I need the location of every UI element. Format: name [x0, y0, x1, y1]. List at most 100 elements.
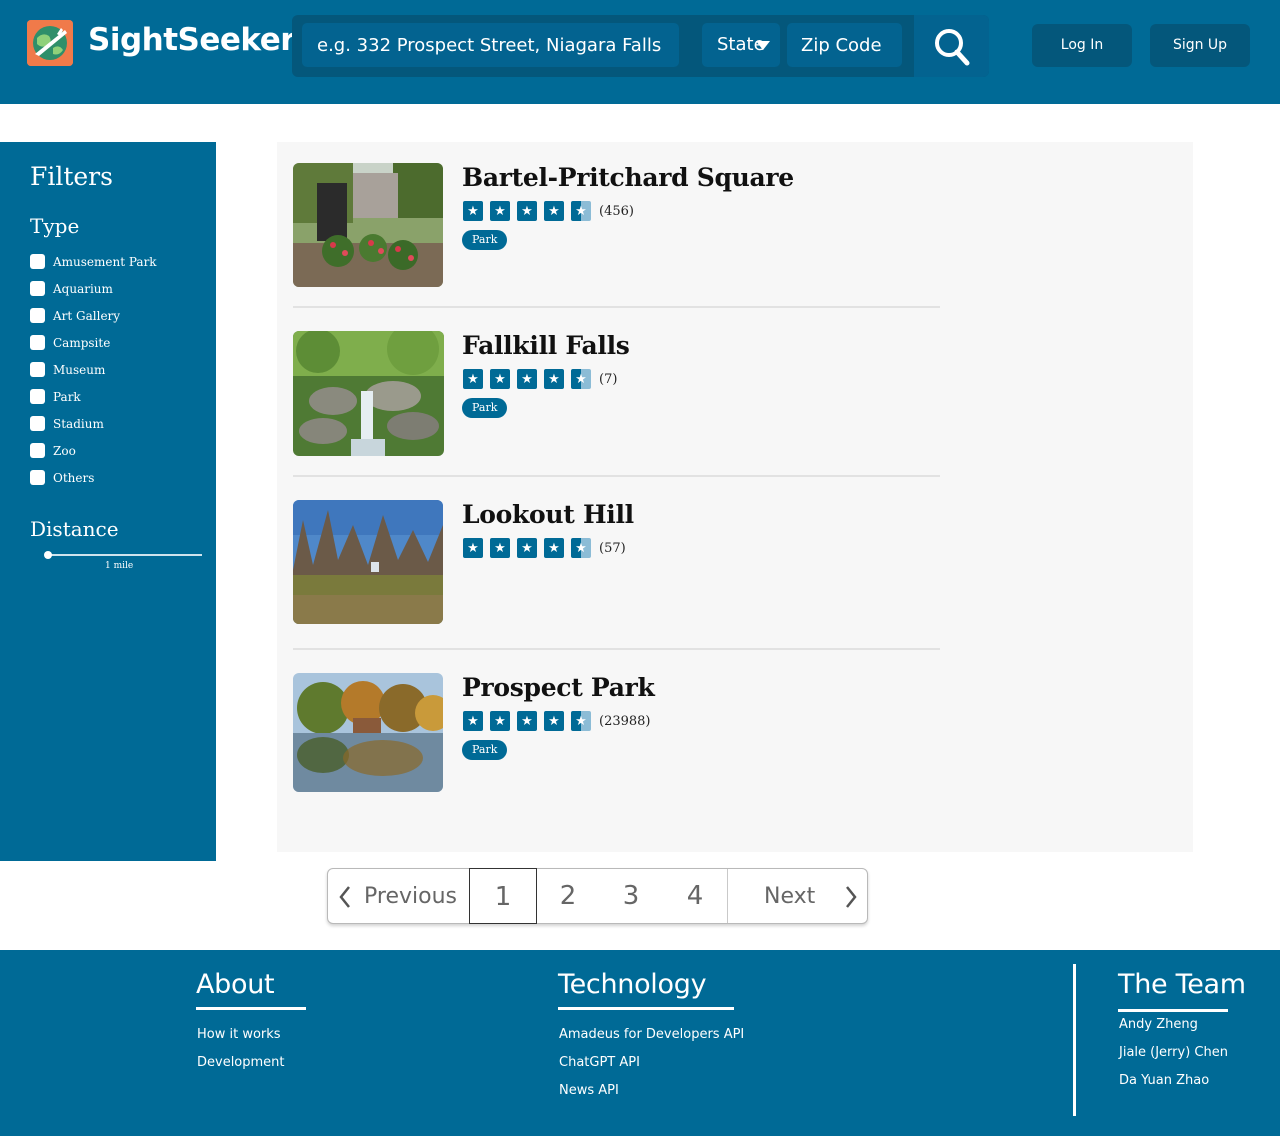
brand-name[interactable]: SightSeeker: [88, 22, 296, 58]
filter-checkbox[interactable]: [30, 416, 45, 431]
distance-slider-track[interactable]: [47, 554, 202, 556]
team-member[interactable]: Da Yuan Zhao: [1119, 1073, 1209, 1088]
filter-label: Others: [53, 470, 95, 485]
result-card[interactable]: Bartel-Pritchard Square ★ ★ ★ ★ ★ (456) Park: [293, 163, 940, 287]
filters-title: Filters: [30, 162, 113, 191]
result-card[interactable]: Prospect Park ★ ★ ★ ★ ★ (23988) Park: [293, 673, 940, 792]
underline: [1118, 1009, 1228, 1012]
result-thumbnail[interactable]: [293, 500, 443, 624]
star-icon: ★: [571, 369, 591, 389]
review-count: (456): [599, 203, 634, 219]
chevron-left-icon: [339, 886, 350, 908]
page-2-button[interactable]: 2: [537, 869, 599, 923]
star-icon: ★: [517, 201, 537, 221]
result-name[interactable]: Prospect Park: [462, 673, 655, 702]
filter-option[interactable]: Zoo: [30, 437, 157, 464]
star-icon: ★: [571, 538, 591, 558]
review-count: (57): [599, 540, 626, 556]
star-icon: ★: [517, 369, 537, 389]
search-button[interactable]: [914, 15, 989, 77]
news-api-link[interactable]: News API: [559, 1083, 619, 1098]
filter-label: Campsite: [53, 335, 111, 350]
previous-page-button[interactable]: Previous: [328, 869, 470, 923]
result-thumbnail[interactable]: [293, 331, 444, 456]
distance-heading: Distance: [30, 517, 119, 541]
filter-option[interactable]: Others: [30, 464, 157, 491]
filter-label: Museum: [53, 362, 106, 377]
address-search-input[interactable]: [302, 23, 679, 67]
star-icon: ★: [490, 538, 510, 558]
how-it-works-link[interactable]: How it works: [197, 1027, 281, 1042]
filter-label: Amusement Park: [53, 254, 157, 269]
login-button[interactable]: Log In: [1032, 24, 1132, 67]
type-filter-list: Amusement Park Aquarium Art Gallery Campsit…: [30, 248, 157, 491]
star-icon: ★: [463, 201, 483, 221]
star-icon: ★: [544, 711, 564, 731]
filter-option[interactable]: Art Gallery: [30, 302, 157, 329]
review-count: (23988): [599, 713, 651, 729]
page-4-button[interactable]: 4: [664, 869, 726, 923]
page-3-button[interactable]: 3: [600, 869, 662, 923]
result-card[interactable]: Lookout Hill ★ ★ ★ ★ ★ (57): [293, 500, 940, 625]
rating: ★ ★ ★ ★ ★ (456): [463, 201, 634, 221]
next-page-button[interactable]: Next: [728, 869, 868, 923]
filter-label: Park: [53, 389, 81, 404]
filter-checkbox[interactable]: [30, 362, 45, 377]
category-tag: Park: [462, 398, 508, 418]
result-name[interactable]: Bartel-Pritchard Square: [462, 163, 794, 192]
filters-sidebar: Filters Type Amusement Park Aquarium Art G…: [0, 142, 216, 861]
result-name[interactable]: Lookout Hill: [462, 500, 634, 529]
next-label: Next: [764, 884, 816, 909]
development-link[interactable]: Development: [197, 1055, 285, 1070]
filter-checkbox[interactable]: [30, 254, 45, 269]
about-heading: About: [196, 969, 275, 1000]
distance-slider-thumb[interactable]: [44, 551, 52, 559]
filter-option[interactable]: Park: [30, 383, 157, 410]
filter-checkbox[interactable]: [30, 389, 45, 404]
zip-code-input[interactable]: [787, 23, 902, 67]
globe-airplane-icon[interactable]: [27, 20, 73, 66]
amadeus-api-link[interactable]: Amadeus for Developers API: [559, 1027, 744, 1042]
filter-option[interactable]: Campsite: [30, 329, 157, 356]
result-thumbnail[interactable]: [293, 673, 443, 792]
star-icon: ★: [517, 538, 537, 558]
filter-option[interactable]: Museum: [30, 356, 157, 383]
state-dropdown[interactable]: State: [702, 23, 780, 67]
category-tag: Park: [462, 740, 508, 760]
filter-option[interactable]: Amusement Park: [30, 248, 157, 275]
result-card[interactable]: Fallkill Falls ★ ★ ★ ★ ★ (7) Park: [293, 331, 940, 456]
filter-checkbox[interactable]: [30, 470, 45, 485]
star-icon: ★: [571, 201, 591, 221]
filter-checkbox[interactable]: [30, 281, 45, 296]
star-icon: ★: [571, 711, 591, 731]
star-icon: ★: [544, 538, 564, 558]
filter-checkbox[interactable]: [30, 308, 45, 323]
divider: [293, 306, 940, 308]
filter-checkbox[interactable]: [30, 443, 45, 458]
divider: [293, 648, 940, 650]
star-icon: ★: [490, 201, 510, 221]
previous-label: Previous: [364, 884, 457, 909]
filter-checkbox[interactable]: [30, 335, 45, 350]
filter-option[interactable]: Aquarium: [30, 275, 157, 302]
review-count: (7): [599, 371, 618, 387]
filter-option[interactable]: Stadium: [30, 410, 157, 437]
team-member[interactable]: Andy Zheng: [1119, 1017, 1198, 1032]
star-icon: ★: [463, 711, 483, 731]
filter-label: Stadium: [53, 416, 104, 431]
chatgpt-api-link[interactable]: ChatGPT API: [559, 1055, 640, 1070]
team-member[interactable]: Jiale (Jerry) Chen: [1119, 1045, 1228, 1060]
search-icon: [935, 29, 970, 66]
header: SightSeeker State Log In Sign Up: [0, 0, 1280, 104]
vertical-divider: [1073, 964, 1076, 1116]
star-icon: ★: [544, 201, 564, 221]
star-icon: ★: [463, 369, 483, 389]
underline: [558, 1007, 734, 1010]
chevron-down-icon: [756, 41, 770, 50]
filter-label: Aquarium: [53, 281, 113, 296]
result-name[interactable]: Fallkill Falls: [462, 331, 630, 360]
result-thumbnail[interactable]: [293, 163, 443, 287]
underline: [196, 1007, 306, 1010]
page-1-button[interactable]: 1: [469, 868, 537, 924]
signup-button[interactable]: Sign Up: [1150, 24, 1250, 67]
